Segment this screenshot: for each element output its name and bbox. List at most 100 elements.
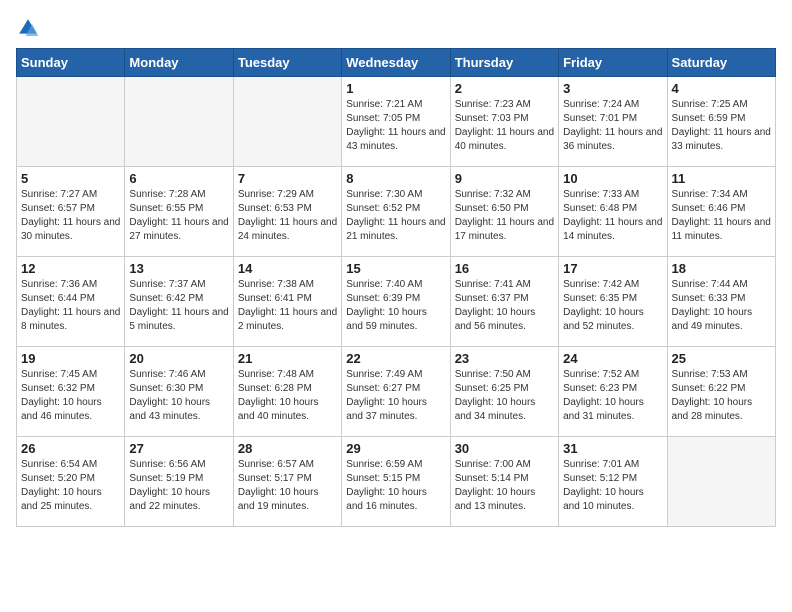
calendar-cell: 16 Sunrise: 7:41 AM Sunset: 6:37 PM Dayli… bbox=[450, 257, 558, 347]
day-info: Sunrise: 7:40 AM Sunset: 6:39 PM Dayligh… bbox=[346, 278, 445, 334]
day-number: 28 bbox=[238, 441, 337, 456]
calendar-cell: 28Sunrise: 6:57 AM Sunset: 5:17 PM Dayli… bbox=[233, 437, 341, 527]
day-number: 19 bbox=[21, 351, 120, 366]
day-info: Sunrise: 6:54 AM Sunset: 5:20 PM Dayligh… bbox=[21, 458, 120, 514]
calendar-table: SundayMondayTuesdayWednesdayThursdayFrid… bbox=[16, 48, 776, 527]
weekday-wednesday: Wednesday bbox=[342, 49, 450, 77]
weekday-friday: Friday bbox=[559, 49, 667, 77]
day-info: Sunrise: 7:45 AM Sunset: 6:32 PM Dayligh… bbox=[21, 368, 120, 424]
calendar-cell: 20 Sunrise: 7:46 AM Sunset: 6:30 PM Dayli… bbox=[125, 347, 233, 437]
week-row-1: 1 Sunrise: 7:21 AM Sunset: 7:05 PM Daylig… bbox=[17, 77, 776, 167]
calendar-cell: 26Sunrise: 6:54 AM Sunset: 5:20 PM Dayli… bbox=[17, 437, 125, 527]
day-number: 7 bbox=[238, 171, 337, 186]
day-info: Sunrise: 6:59 AM Sunset: 5:15 PM Dayligh… bbox=[346, 458, 445, 514]
day-info: Sunrise: 7:29 AM Sunset: 6:53 PM Dayligh… bbox=[238, 188, 337, 244]
weekday-saturday: Saturday bbox=[667, 49, 775, 77]
calendar-cell: 24 Sunrise: 7:52 AM Sunset: 6:23 PM Dayli… bbox=[559, 347, 667, 437]
day-number: 8 bbox=[346, 171, 445, 186]
calendar-cell: 19 Sunrise: 7:45 AM Sunset: 6:32 PM Dayli… bbox=[17, 347, 125, 437]
calendar-cell: 30 Sunrise: 7:00 AM Sunset: 5:14 PM Dayli… bbox=[450, 437, 558, 527]
week-row-5: 26Sunrise: 6:54 AM Sunset: 5:20 PM Dayli… bbox=[17, 437, 776, 527]
calendar-cell: 22Sunrise: 7:49 AM Sunset: 6:27 PM Dayli… bbox=[342, 347, 450, 437]
day-info: Sunrise: 6:56 AM Sunset: 5:19 PM Dayligh… bbox=[129, 458, 228, 514]
day-number: 25 bbox=[672, 351, 771, 366]
day-info: Sunrise: 7:01 AM Sunset: 5:12 PM Dayligh… bbox=[563, 458, 662, 514]
calendar-cell: 3 Sunrise: 7:24 AM Sunset: 7:01 PM Daylig… bbox=[559, 77, 667, 167]
page-header bbox=[16, 16, 776, 40]
calendar-cell bbox=[233, 77, 341, 167]
day-number: 16 bbox=[455, 261, 554, 276]
day-number: 21 bbox=[238, 351, 337, 366]
day-number: 20 bbox=[129, 351, 228, 366]
weekday-sunday: Sunday bbox=[17, 49, 125, 77]
calendar-cell: 10 Sunrise: 7:33 AM Sunset: 6:48 PM Dayli… bbox=[559, 167, 667, 257]
day-number: 31 bbox=[563, 441, 662, 456]
day-number: 18 bbox=[672, 261, 771, 276]
week-row-3: 12Sunrise: 7:36 AM Sunset: 6:44 PM Dayli… bbox=[17, 257, 776, 347]
day-info: Sunrise: 7:28 AM Sunset: 6:55 PM Dayligh… bbox=[129, 188, 228, 244]
day-info: Sunrise: 7:21 AM Sunset: 7:05 PM Dayligh… bbox=[346, 98, 445, 154]
calendar-cell: 6 Sunrise: 7:28 AM Sunset: 6:55 PM Daylig… bbox=[125, 167, 233, 257]
day-number: 4 bbox=[672, 81, 771, 96]
day-number: 30 bbox=[455, 441, 554, 456]
calendar-cell bbox=[667, 437, 775, 527]
day-info: Sunrise: 7:24 AM Sunset: 7:01 PM Dayligh… bbox=[563, 98, 662, 154]
calendar-cell: 23Sunrise: 7:50 AM Sunset: 6:25 PM Dayli… bbox=[450, 347, 558, 437]
day-info: Sunrise: 7:46 AM Sunset: 6:30 PM Dayligh… bbox=[129, 368, 228, 424]
calendar-cell: 7 Sunrise: 7:29 AM Sunset: 6:53 PM Daylig… bbox=[233, 167, 341, 257]
day-number: 29 bbox=[346, 441, 445, 456]
weekday-header-row: SundayMondayTuesdayWednesdayThursdayFrid… bbox=[17, 49, 776, 77]
day-number: 27 bbox=[129, 441, 228, 456]
day-info: Sunrise: 7:00 AM Sunset: 5:14 PM Dayligh… bbox=[455, 458, 554, 514]
logo-icon bbox=[16, 16, 40, 40]
day-number: 24 bbox=[563, 351, 662, 366]
day-info: Sunrise: 7:42 AM Sunset: 6:35 PM Dayligh… bbox=[563, 278, 662, 334]
day-info: Sunrise: 7:53 AM Sunset: 6:22 PM Dayligh… bbox=[672, 368, 771, 424]
day-info: Sunrise: 7:34 AM Sunset: 6:46 PM Dayligh… bbox=[672, 188, 771, 244]
day-number: 12 bbox=[21, 261, 120, 276]
day-number: 6 bbox=[129, 171, 228, 186]
logo bbox=[16, 16, 44, 40]
day-info: Sunrise: 7:23 AM Sunset: 7:03 PM Dayligh… bbox=[455, 98, 554, 154]
calendar-cell: 17 Sunrise: 7:42 AM Sunset: 6:35 PM Dayli… bbox=[559, 257, 667, 347]
week-row-4: 19 Sunrise: 7:45 AM Sunset: 6:32 PM Dayli… bbox=[17, 347, 776, 437]
day-number: 2 bbox=[455, 81, 554, 96]
day-number: 13 bbox=[129, 261, 228, 276]
day-info: Sunrise: 7:50 AM Sunset: 6:25 PM Dayligh… bbox=[455, 368, 554, 424]
day-number: 3 bbox=[563, 81, 662, 96]
week-row-2: 5 Sunrise: 7:27 AM Sunset: 6:57 PM Daylig… bbox=[17, 167, 776, 257]
calendar-cell bbox=[125, 77, 233, 167]
day-info: Sunrise: 7:38 AM Sunset: 6:41 PM Dayligh… bbox=[238, 278, 337, 334]
weekday-tuesday: Tuesday bbox=[233, 49, 341, 77]
day-info: Sunrise: 7:49 AM Sunset: 6:27 PM Dayligh… bbox=[346, 368, 445, 424]
day-number: 11 bbox=[672, 171, 771, 186]
day-info: Sunrise: 7:41 AM Sunset: 6:37 PM Dayligh… bbox=[455, 278, 554, 334]
day-number: 5 bbox=[21, 171, 120, 186]
calendar-cell: 15 Sunrise: 7:40 AM Sunset: 6:39 PM Dayli… bbox=[342, 257, 450, 347]
day-number: 10 bbox=[563, 171, 662, 186]
calendar-cell: 25 Sunrise: 7:53 AM Sunset: 6:22 PM Dayli… bbox=[667, 347, 775, 437]
calendar-cell: 9Sunrise: 7:32 AM Sunset: 6:50 PM Daylig… bbox=[450, 167, 558, 257]
calendar-cell: 29 Sunrise: 6:59 AM Sunset: 5:15 PM Dayli… bbox=[342, 437, 450, 527]
calendar-cell: 18 Sunrise: 7:44 AM Sunset: 6:33 PM Dayli… bbox=[667, 257, 775, 347]
calendar-cell: 14 Sunrise: 7:38 AM Sunset: 6:41 PM Dayli… bbox=[233, 257, 341, 347]
calendar-cell: 4 Sunrise: 7:25 AM Sunset: 6:59 PM Daylig… bbox=[667, 77, 775, 167]
day-number: 9 bbox=[455, 171, 554, 186]
calendar-cell: 8 Sunrise: 7:30 AM Sunset: 6:52 PM Daylig… bbox=[342, 167, 450, 257]
day-info: Sunrise: 7:27 AM Sunset: 6:57 PM Dayligh… bbox=[21, 188, 120, 244]
weekday-thursday: Thursday bbox=[450, 49, 558, 77]
calendar-cell bbox=[17, 77, 125, 167]
day-info: Sunrise: 7:25 AM Sunset: 6:59 PM Dayligh… bbox=[672, 98, 771, 154]
day-info: Sunrise: 7:44 AM Sunset: 6:33 PM Dayligh… bbox=[672, 278, 771, 334]
day-number: 1 bbox=[346, 81, 445, 96]
day-number: 14 bbox=[238, 261, 337, 276]
calendar-cell: 13Sunrise: 7:37 AM Sunset: 6:42 PM Dayli… bbox=[125, 257, 233, 347]
day-info: Sunrise: 7:30 AM Sunset: 6:52 PM Dayligh… bbox=[346, 188, 445, 244]
calendar-cell: 11 Sunrise: 7:34 AM Sunset: 6:46 PM Dayli… bbox=[667, 167, 775, 257]
day-info: Sunrise: 7:33 AM Sunset: 6:48 PM Dayligh… bbox=[563, 188, 662, 244]
day-info: Sunrise: 7:52 AM Sunset: 6:23 PM Dayligh… bbox=[563, 368, 662, 424]
calendar-cell: 12Sunrise: 7:36 AM Sunset: 6:44 PM Dayli… bbox=[17, 257, 125, 347]
day-number: 17 bbox=[563, 261, 662, 276]
calendar-cell: 27 Sunrise: 6:56 AM Sunset: 5:19 PM Dayli… bbox=[125, 437, 233, 527]
day-number: 15 bbox=[346, 261, 445, 276]
